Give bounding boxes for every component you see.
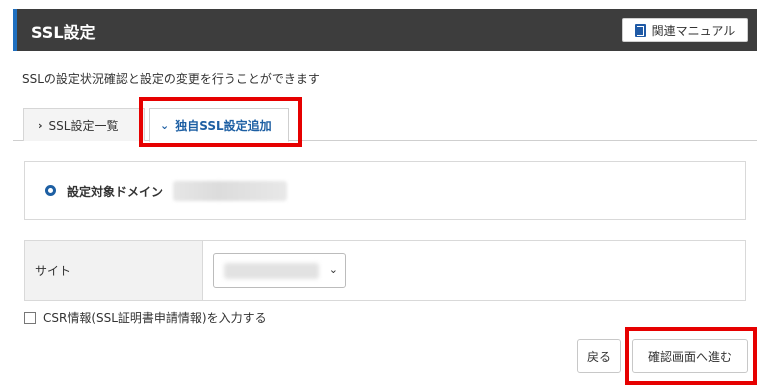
csr-checkbox[interactable]: [24, 311, 36, 324]
site-label-cell: サイト: [25, 241, 203, 300]
domain-value-redacted: [173, 181, 287, 201]
site-row: サイト ⌄: [24, 240, 746, 301]
page-title: SSL設定: [31, 23, 96, 42]
tab-ssl-list-label: SSL設定一覧: [48, 118, 119, 133]
site-value-cell: ⌄: [203, 241, 745, 300]
site-label: サイト: [35, 264, 72, 278]
tab-bar: › SSL設定一覧 ⌄ 独自SSL設定追加: [13, 108, 757, 142]
page-header: SSL設定 関連マニュアル: [13, 9, 757, 51]
tab-ssl-list[interactable]: › SSL設定一覧: [23, 108, 145, 141]
site-select-value-redacted: [224, 263, 319, 279]
back-button[interactable]: 戻る: [577, 339, 621, 373]
csr-option[interactable]: CSR情報(SSL証明書申請情報)を入力する: [24, 309, 267, 326]
page-description: SSLの設定状況確認と設定の変更を行うことができます: [22, 72, 320, 86]
highlight-box-confirm: [625, 327, 757, 385]
highlight-box-tab: [139, 97, 302, 147]
chevron-right-icon: ›: [38, 118, 43, 132]
domain-label: 設定対象ドメイン: [67, 185, 164, 199]
related-manual-label: 関連マニュアル: [651, 23, 736, 38]
book-icon: [634, 23, 646, 37]
site-select[interactable]: ⌄: [213, 253, 346, 288]
csr-label: CSR情報(SSL証明書申請情報)を入力する: [43, 311, 267, 325]
domain-radio[interactable]: [45, 185, 56, 196]
domain-panel: 設定対象ドメイン: [24, 161, 746, 220]
related-manual-button[interactable]: 関連マニュアル: [622, 18, 748, 42]
chevron-down-icon: ⌄: [328, 263, 338, 276]
